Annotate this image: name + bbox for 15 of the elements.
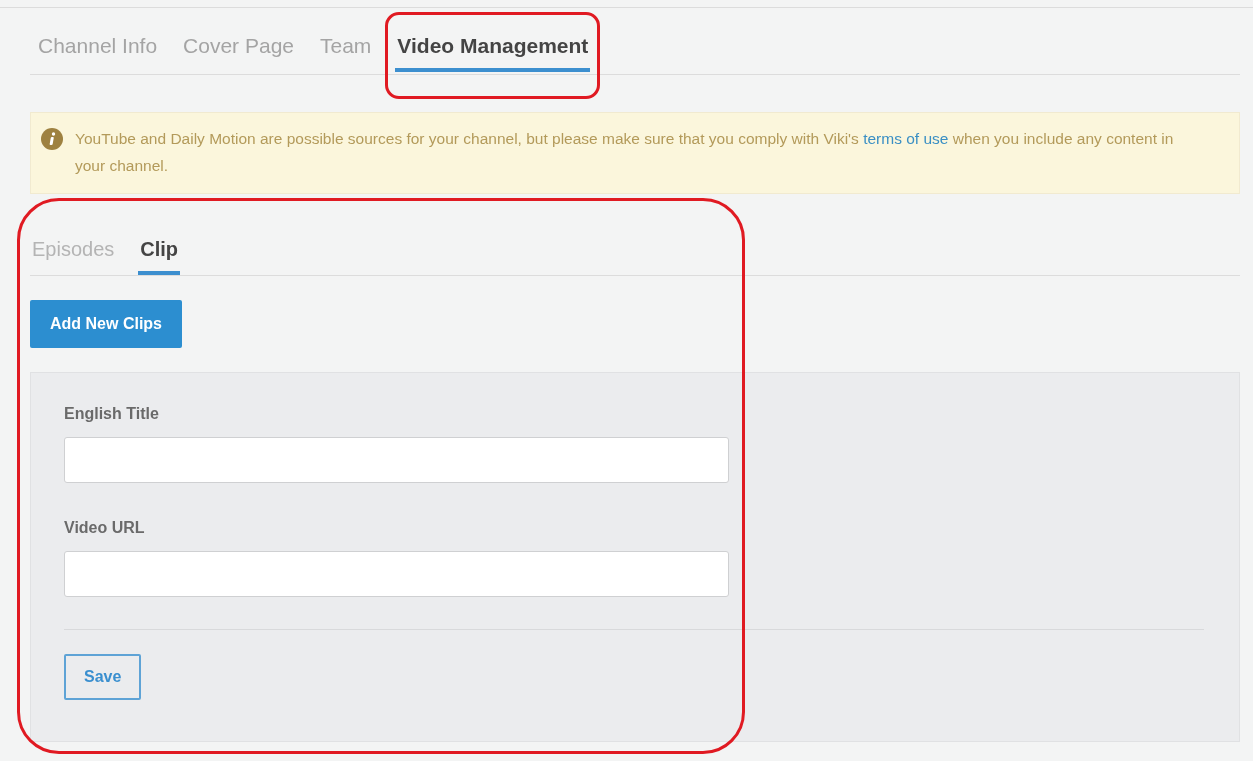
tab[interactable]: Channel Info [36,34,160,72]
tab[interactable]: Episodes [30,238,117,275]
info-icon [41,128,63,150]
add-clips-button[interactable]: Add New Clips [30,300,182,348]
tab[interactable]: Team [318,34,374,72]
notice-text: YouTube and Daily Motion are possible sources for your channel, but please make sure that you comply with Viki's terms of use when you include any content in your channel. [75,129,1175,176]
tab[interactable]: Clip [138,238,181,275]
save-button[interactable]: Save [64,654,142,700]
tab[interactable]: Cover Page [181,34,296,72]
field-label: English Title [64,405,160,423]
terms-link[interactable]: terms of use [863,130,949,147]
input-field[interactable] [64,437,729,483]
input-field[interactable] [64,551,729,597]
tab[interactable]: Video Management [395,34,591,72]
field-label: Video URL [64,519,146,537]
